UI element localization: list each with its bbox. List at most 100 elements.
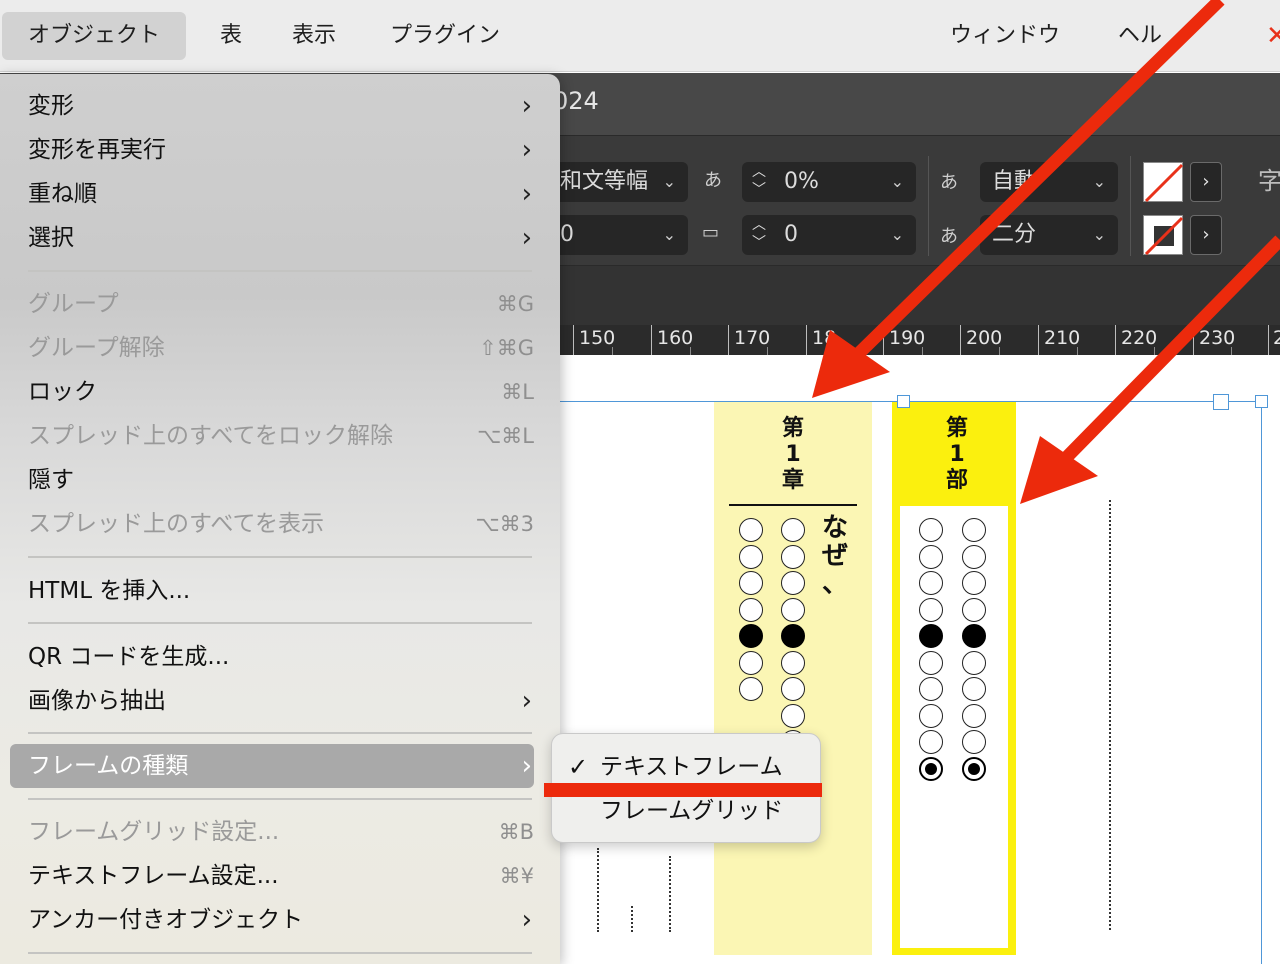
fill-swatch[interactable] [1143,162,1184,203]
grid-cell [962,677,986,701]
menu-item-transform-again[interactable]: 変形を再実行 › [10,128,534,172]
menu-item-show-all[interactable]: スプレッド上のすべてを表示 ⌥⌘3 [10,502,534,546]
chapter-rule [729,504,857,506]
ruler-label: 170 [734,327,771,349]
menu-item-ungroup[interactable]: グループ解除 ⇧⌘G [10,326,534,370]
baseline-dropdown[interactable]: ︿ ﹀ 0 ⌄ [742,215,916,255]
menu-item-qr-code[interactable]: QR コードを生成... [10,635,534,679]
menu-separator [28,622,532,624]
ruler-tick [573,325,574,355]
menu-item-extract-from-image[interactable]: 画像から抽出 › [10,679,534,723]
ruler-tick [651,325,652,355]
selection-frame-right [1261,401,1262,964]
menu-item-arrange[interactable]: 重ね順 › [10,172,534,216]
menu-item-transform[interactable]: 変形 › [10,84,534,128]
menu-item-label: 変形を再実行 [28,137,166,163]
menu-separator [28,732,532,734]
red-x-icon: ✕ [1266,21,1280,51]
second-dropdown[interactable]: 0 ⌄ [548,215,688,255]
menu-view[interactable]: 表示 [266,12,362,60]
menu-separator [28,952,532,954]
menu-item-label: 重ね順 [28,181,97,207]
menu-shortcut: ⌘L [501,380,534,404]
baseline-value: 0 [784,222,798,247]
grid-cell [962,703,986,728]
part-char: 第 [945,416,968,441]
menu-shortcut: ⌘¥ [499,864,534,888]
grid-cell [781,571,805,595]
aki-glyph: あ [940,226,958,247]
naze-text: な ぜ 、 [818,514,852,598]
selection-handle[interactable] [897,395,910,408]
stroke-swatch[interactable] [1143,215,1184,256]
naze-char: な [821,513,848,543]
chapter-char: 章 [781,468,804,493]
chevron-down-icon: ⌄ [662,172,676,191]
grid-cell [781,597,805,622]
menu-item-unlock-all[interactable]: スプレッド上のすべてをロック解除 ⌥⌘L [10,414,534,458]
menu-item-frame-grid-options[interactable]: フレームグリッド設定... ⌘B [10,810,534,854]
chevron-right-icon: › [521,751,532,781]
guide-dotted-line [669,856,671,932]
grid-cell [739,597,763,622]
ruler-tick [1038,325,1039,355]
nibun-dropdown[interactable]: 二分 ⌄ [980,215,1118,255]
grid-cell [962,756,986,781]
menu-item-text-frame-options[interactable]: テキストフレーム設定... ⌘¥ [10,854,534,898]
ruler-minor-tick [1231,347,1232,355]
menu-item-frame-type[interactable]: フレームの種類 › [10,744,534,788]
chevron-down-icon: ⌄ [1092,225,1106,244]
menu-item-group[interactable]: グループ ⌘G [10,282,534,326]
ruler-tick [960,325,961,355]
grid-cell [962,650,986,675]
ruler-tick [1268,325,1269,355]
menu-object[interactable]: オブジェクト [2,12,187,60]
menu-item-anchored-object[interactable]: アンカー付きオブジェクト › [10,898,534,942]
font-style-dropdown[interactable]: 和文等幅 ⌄ [548,162,688,202]
menu-separator [28,270,532,272]
grid-cell [739,677,763,701]
ruler-tick [883,325,884,355]
guide-dotted-line [631,906,633,932]
grid-cell [919,624,943,648]
chapter-heading: 第 1 章 [776,416,810,494]
ruler-label: 18 [812,327,837,349]
stepper-down-icon[interactable]: ﹀ [752,170,766,210]
menu-item-label: グループ解除 [28,335,165,361]
menu-item-lock[interactable]: ロック ⌘L [10,370,534,414]
menu-item-hide[interactable]: 隠す [10,458,534,502]
fill-menu-button[interactable]: › [1190,162,1222,202]
stroke-menu-button[interactable]: › [1190,215,1222,255]
ruler-tick [728,325,729,355]
grid-cell [919,597,943,622]
ruler-tick [1115,325,1116,355]
ruler-tick [1193,325,1194,355]
ruler-minor-tick [1154,347,1155,355]
menu-item-select[interactable]: 選択 › [10,216,534,260]
none-swatch-icon [1144,163,1184,203]
selection-handle[interactable] [1213,394,1229,410]
aki-before-icon: あ [940,168,958,194]
menu-table[interactable]: 表 [194,12,268,60]
grid-cell [781,677,805,701]
menu-plugins[interactable]: プラグイン [364,12,526,60]
grid-cell [739,650,763,675]
chevron-down-icon: ⌄ [890,172,904,191]
auto-dropdown[interactable]: 自動 ⌄ [980,162,1118,202]
menu-item-label: 隠す [28,467,74,493]
menu-shortcut: ⇧⌘G [479,336,534,360]
menu-item-label: グループ [28,291,119,317]
menu-window[interactable]: ウィンドウ [924,12,1086,60]
ruler-minor-tick [999,347,1000,355]
menu-item-insert-html[interactable]: HTML を挿入... [10,569,534,613]
tracking-dropdown[interactable]: ︿ ﹀ 0% ⌄ [742,162,916,202]
selection-handle[interactable] [1255,395,1268,408]
ruler-minor-tick [1077,347,1078,355]
menu-help[interactable]: ヘル [1092,12,1188,60]
menu-item-label: 変形 [28,93,74,119]
chapter-char: 1 [785,442,801,467]
stepper-down-icon[interactable]: ﹀ [752,223,766,263]
grid-cell [739,571,763,595]
menu-separator [28,798,532,800]
chevron-right-icon: › [521,179,532,209]
